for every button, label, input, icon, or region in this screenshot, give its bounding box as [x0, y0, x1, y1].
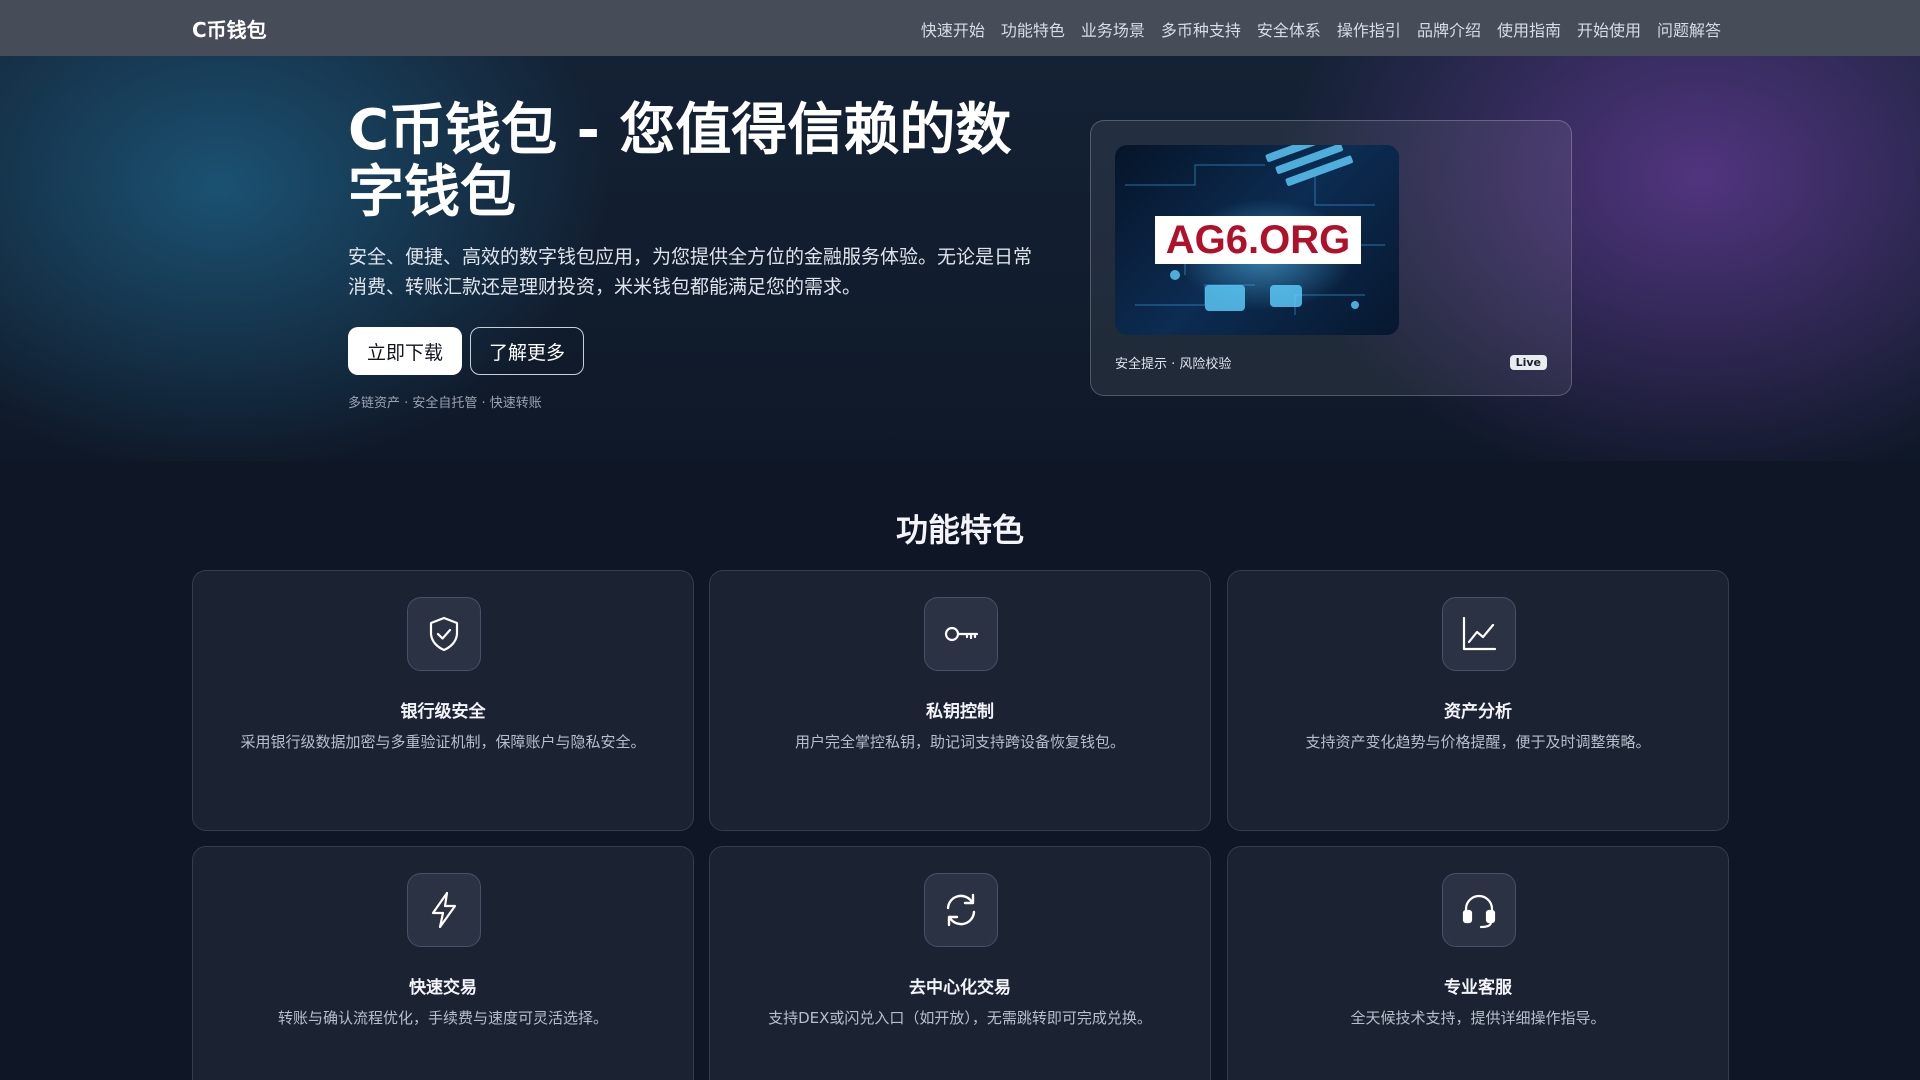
hero-image: AG6.ORG [1115, 145, 1399, 335]
line-chart-icon [1442, 597, 1516, 671]
hero-image-watermark: AG6.ORG [1155, 216, 1361, 264]
nav-link-scenarios[interactable]: 业务场景 [1081, 17, 1145, 41]
feature-description: 采用银行级数据加密与多重验证机制，保障账户与隐私安全。 [240, 733, 646, 751]
brand-logo[interactable]: C币钱包 [192, 14, 267, 43]
feature-name: 银行级安全 [400, 702, 486, 722]
top-navigation: C币钱包 快速开始 功能特色 业务场景 多币种支持 安全体系 操作指引 品牌介绍… [0, 0, 1920, 56]
nav-link-brand[interactable]: 品牌介绍 [1417, 17, 1481, 41]
security-caption: 安全提示 · 风险校验 [1115, 357, 1232, 372]
headset-icon [1442, 873, 1516, 947]
nav-links: 快速开始 功能特色 业务场景 多币种支持 安全体系 操作指引 品牌介绍 使用指南… [921, 17, 1721, 41]
hero-tags: 多链资产 · 安全自托管 · 快速转账 [348, 396, 542, 411]
live-badge: Live [1509, 355, 1547, 370]
feature-description: 支持DEX或闪兑入口（如开放），无需跳转即可完成兑换。 [768, 1009, 1152, 1027]
shield-check-icon [407, 597, 481, 671]
learn-more-button[interactable]: 了解更多 [470, 327, 584, 375]
feature-card-asset-analysis: 资产分析 支持资产变化趋势与价格提醒，便于及时调整策略。 [1227, 570, 1729, 831]
feature-name: 去中心化交易 [909, 978, 1011, 998]
feature-description: 用户完全掌控私钥，助记词支持跨设备恢复钱包。 [794, 733, 1125, 751]
key-icon [924, 597, 998, 671]
nav-link-multi-currency[interactable]: 多币种支持 [1161, 17, 1241, 41]
hero-description: 安全、便捷、高效的数字钱包应用，为您提供全方位的金融服务体验。无论是日常消费、转… [348, 246, 1033, 298]
hero-section: C币钱包 - 您值得信赖的数字钱包 安全、便捷、高效的数字钱包应用，为您提供全方… [0, 56, 1920, 461]
feature-card-bank-security: 银行级安全 采用银行级数据加密与多重验证机制，保障账户与隐私安全。 [192, 570, 694, 831]
nav-link-faq[interactable]: 问题解答 [1657, 17, 1721, 41]
nav-link-security[interactable]: 安全体系 [1257, 17, 1321, 41]
nav-link-get-started[interactable]: 开始使用 [1577, 17, 1641, 41]
feature-name: 快速交易 [409, 978, 477, 998]
nav-link-guide-steps[interactable]: 操作指引 [1337, 17, 1401, 41]
nav-link-quick-start[interactable]: 快速开始 [921, 17, 985, 41]
features-section-title: 功能特色 [895, 511, 1024, 549]
hero-title: C币钱包 - 您值得信赖的数字钱包 [348, 98, 1012, 225]
feature-description: 支持资产变化趋势与价格提醒，便于及时调整策略。 [1305, 733, 1651, 751]
lightning-icon [407, 873, 481, 947]
feature-name: 资产分析 [1444, 702, 1512, 722]
feature-card-private-key: 私钥控制 用户完全掌控私钥，助记词支持跨设备恢复钱包。 [709, 570, 1211, 831]
download-button[interactable]: 立即下载 [348, 327, 462, 375]
hero-preview-card: AG6.ORG 安全提示 · 风险校验 Live [1090, 120, 1572, 396]
feature-name: 专业客服 [1444, 978, 1512, 998]
nav-link-user-guide[interactable]: 使用指南 [1497, 17, 1561, 41]
feature-card-fast-trading: 快速交易 转账与确认流程优化，手续费与速度可灵活选择。 [192, 846, 694, 1080]
swap-arrows-icon [924, 873, 998, 947]
feature-description: 转账与确认流程优化，手续费与速度可灵活选择。 [277, 1009, 608, 1027]
feature-card-customer-support: 专业客服 全天候技术支持，提供详细操作指导。 [1227, 846, 1729, 1080]
nav-link-features[interactable]: 功能特色 [1001, 17, 1065, 41]
feature-name: 私钥控制 [926, 702, 994, 722]
feature-card-dex-trading: 去中心化交易 支持DEX或闪兑入口（如开放），无需跳转即可完成兑换。 [709, 846, 1211, 1080]
feature-description: 全天候技术支持，提供详细操作指导。 [1350, 1009, 1606, 1027]
